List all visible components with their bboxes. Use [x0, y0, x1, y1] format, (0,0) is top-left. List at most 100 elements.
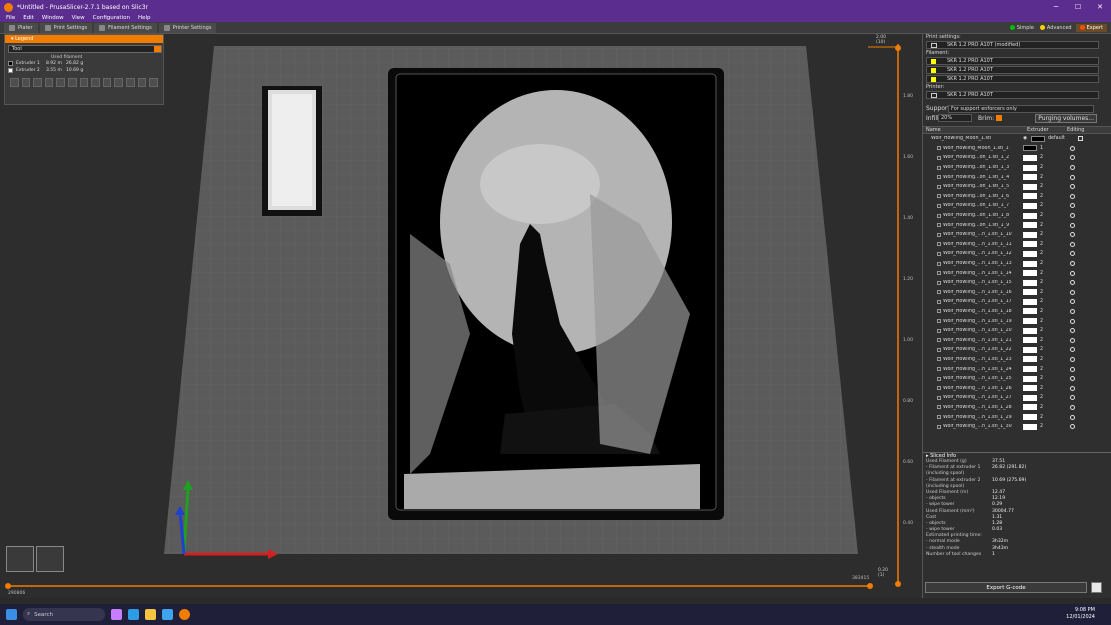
move-slider-right-thumb[interactable] [867, 583, 873, 589]
object-part-row[interactable]: Wolf_Howling...on_1.stl_1_9 2 [923, 220, 1111, 230]
part-checkbox[interactable] [937, 184, 941, 189]
object-part-row[interactable]: Wolf_Howling...on_1.stl_1_5 2 [923, 182, 1111, 192]
part-checkbox[interactable] [937, 405, 941, 410]
object-part-row[interactable]: Wolf_Howling...on_1.stl_1_4 2 [923, 172, 1111, 182]
layer-slider-bottom-thumb[interactable] [895, 581, 901, 587]
supports-combo[interactable]: For support enforcers only [948, 104, 1094, 113]
filament-combo-1[interactable]: SKR 1.2 PRO A10T [926, 57, 1099, 65]
object-part-row[interactable]: Wolf_Howling_...n_1.stl_1_21 2 [923, 335, 1111, 345]
part-edit-icon[interactable] [1070, 376, 1075, 382]
object-part-row[interactable]: Wolf_Howling_...n_1.stl_1_27 2 [923, 393, 1111, 403]
part-edit-icon[interactable] [1070, 347, 1075, 353]
part-checkbox[interactable] [937, 357, 941, 362]
layer-slider-top-thumb[interactable] [895, 45, 901, 51]
menu-edit[interactable]: Edit [23, 15, 34, 21]
part-edit-icon[interactable] [1070, 366, 1075, 372]
part-checkbox[interactable] [937, 395, 941, 400]
sequence-icon[interactable] [149, 78, 158, 87]
root-settings-icon[interactable] [1078, 136, 1083, 142]
tool-changes-icon[interactable] [68, 78, 77, 87]
taskbar-search[interactable]: ⌕ Search [23, 608, 105, 621]
minimize-icon[interactable]: ─ [1045, 3, 1067, 11]
part-edit-icon[interactable] [1070, 337, 1075, 343]
object-list[interactable]: Wolf_Howling_Moon_1.stl ◉ default Wolf_H… [923, 134, 1111, 437]
part-edit-icon[interactable] [1070, 193, 1075, 199]
wipe-icon[interactable] [21, 78, 31, 87]
part-edit-icon[interactable] [1070, 165, 1075, 171]
part-checkbox[interactable] [937, 223, 941, 228]
mode-simple[interactable]: Simple [1009, 25, 1034, 31]
part-checkbox[interactable] [937, 213, 941, 218]
object-part-row[interactable]: Wolf_Howling_...n_1.stl_1_29 2 [923, 412, 1111, 422]
tab-print-settings[interactable]: Print Settings [39, 22, 93, 33]
object-part-row[interactable]: Wolf_Howling...on_1.stl_1_3 2 [923, 163, 1111, 173]
part-edit-icon[interactable] [1070, 404, 1075, 410]
menu-view[interactable]: View [72, 15, 85, 21]
object-part-row[interactable]: Wolf_Howling_...n_1.stl_1_23 2 [923, 355, 1111, 365]
part-edit-icon[interactable] [1070, 174, 1075, 180]
maximize-icon[interactable]: ☐ [1067, 3, 1089, 11]
tab-plater[interactable]: Plater [4, 22, 38, 33]
menu-configuration[interactable]: Configuration [93, 15, 130, 21]
tab-printer-settings[interactable]: Printer Settings [158, 22, 217, 33]
part-checkbox[interactable] [937, 271, 941, 276]
part-edit-icon[interactable] [1070, 213, 1075, 219]
object-part-row[interactable]: Wolf_Howling_...n_1.stl_1_22 2 [923, 345, 1111, 355]
object-part-row[interactable]: Wolf_Howling_...n_1.stl_1_28 2 [923, 403, 1111, 413]
part-checkbox[interactable] [937, 290, 941, 295]
part-edit-icon[interactable] [1070, 232, 1075, 238]
export-gcode-button[interactable]: Export G-code [925, 582, 1087, 593]
close-icon[interactable]: ✕ [1089, 3, 1111, 11]
part-edit-icon[interactable] [1070, 318, 1075, 324]
infill-combo[interactable]: 20% [938, 114, 972, 122]
seams-icon[interactable] [56, 78, 66, 87]
pause-icon[interactable] [91, 78, 100, 87]
prusaslicer-taskbar-icon[interactable] [179, 609, 190, 620]
part-edit-icon[interactable] [1070, 261, 1075, 267]
part-checkbox[interactable] [937, 165, 941, 170]
print-preset-combo[interactable]: SKR 1.2 PRO A10T (modified) [926, 41, 1099, 49]
object-part-row[interactable]: Wolf_Howling_...n_1.stl_1_10 2 [923, 230, 1111, 240]
part-checkbox[interactable] [937, 309, 941, 314]
part-edit-icon[interactable] [1070, 270, 1075, 276]
object-part-row[interactable]: Wolf_Howling...on_1.stl_1_8 2 [923, 211, 1111, 221]
part-edit-icon[interactable] [1070, 184, 1075, 190]
printer-combo[interactable]: SKR 1.2 PRO A10T [926, 91, 1099, 99]
part-checkbox[interactable] [937, 367, 941, 372]
part-checkbox[interactable] [937, 280, 941, 285]
custom-gcode-icon[interactable] [102, 78, 112, 87]
object-part-row[interactable]: Wolf_Howling...on_1.stl_1_6 2 [923, 192, 1111, 202]
object-part-row[interactable]: Wolf_Howling...on_1.stl_1_7 2 [923, 201, 1111, 211]
edge-icon[interactable] [128, 609, 139, 620]
shells-icon[interactable] [114, 78, 124, 87]
retractions-icon[interactable] [33, 78, 42, 87]
brim-checkbox[interactable] [996, 115, 1003, 121]
travel-icon[interactable] [10, 78, 19, 87]
part-checkbox[interactable] [937, 299, 941, 304]
3d-view-cube-icon[interactable] [6, 546, 34, 572]
part-edit-icon[interactable] [1070, 280, 1075, 286]
part-edit-icon[interactable] [1070, 308, 1075, 314]
tab-filament-settings[interactable]: Filament Settings [94, 22, 157, 33]
part-checkbox[interactable] [937, 376, 941, 381]
part-edit-icon[interactable] [1070, 289, 1075, 295]
part-edit-icon[interactable] [1070, 299, 1075, 305]
part-checkbox[interactable] [937, 347, 941, 352]
object-part-row[interactable]: Wolf_Howling_...n_1.stl_1_11 2 [923, 240, 1111, 250]
part-checkbox[interactable] [937, 328, 941, 333]
object-part-row[interactable]: Wolf_Howling_...n_1.stl_1_13 2 [923, 259, 1111, 269]
3d-viewport[interactable]: 2.00 (10) 1.80 1.60 1.40 1.20 1.00 0.80 0… [0, 34, 922, 598]
part-checkbox[interactable] [937, 146, 941, 151]
part-checkbox[interactable] [937, 319, 941, 324]
part-edit-icon[interactable] [1070, 356, 1075, 362]
move-slider-left-thumb[interactable] [5, 583, 11, 589]
color-changes-icon[interactable] [79, 78, 89, 87]
part-checkbox[interactable] [937, 155, 941, 160]
part-edit-icon[interactable] [1070, 155, 1075, 161]
part-checkbox[interactable] [937, 261, 941, 266]
object-part-row[interactable]: Wolf_Howling_...n_1.stl_1_16 2 [923, 288, 1111, 298]
teams-icon[interactable] [111, 609, 122, 620]
object-part-row[interactable]: Wolf_Howling_...n_1.stl_1_25 2 [923, 374, 1111, 384]
object-part-row[interactable]: Wolf_Howling_...n_1.stl_1_14 2 [923, 268, 1111, 278]
tool-marker-icon[interactable] [126, 78, 135, 87]
